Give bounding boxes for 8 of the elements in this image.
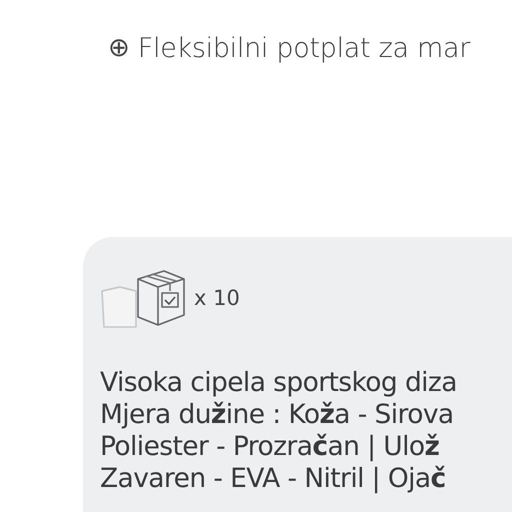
package-quantity: x 10 <box>194 286 240 310</box>
plus-circle-icon: ⊕ <box>108 33 130 63</box>
description-line: Visoka cipela sportskog diza <box>100 367 458 399</box>
boxes-icon <box>100 267 186 329</box>
description-line: Zavaren - EVA - Nitril | Ojač <box>100 463 447 495</box>
description-line: Poliester - Prozračan | Ulož <box>100 431 440 463</box>
feature-text: Fleksibilni potplat za mar <box>138 32 470 64</box>
description-line: Mjera dužine : Koža - Sirova <box>100 399 455 431</box>
